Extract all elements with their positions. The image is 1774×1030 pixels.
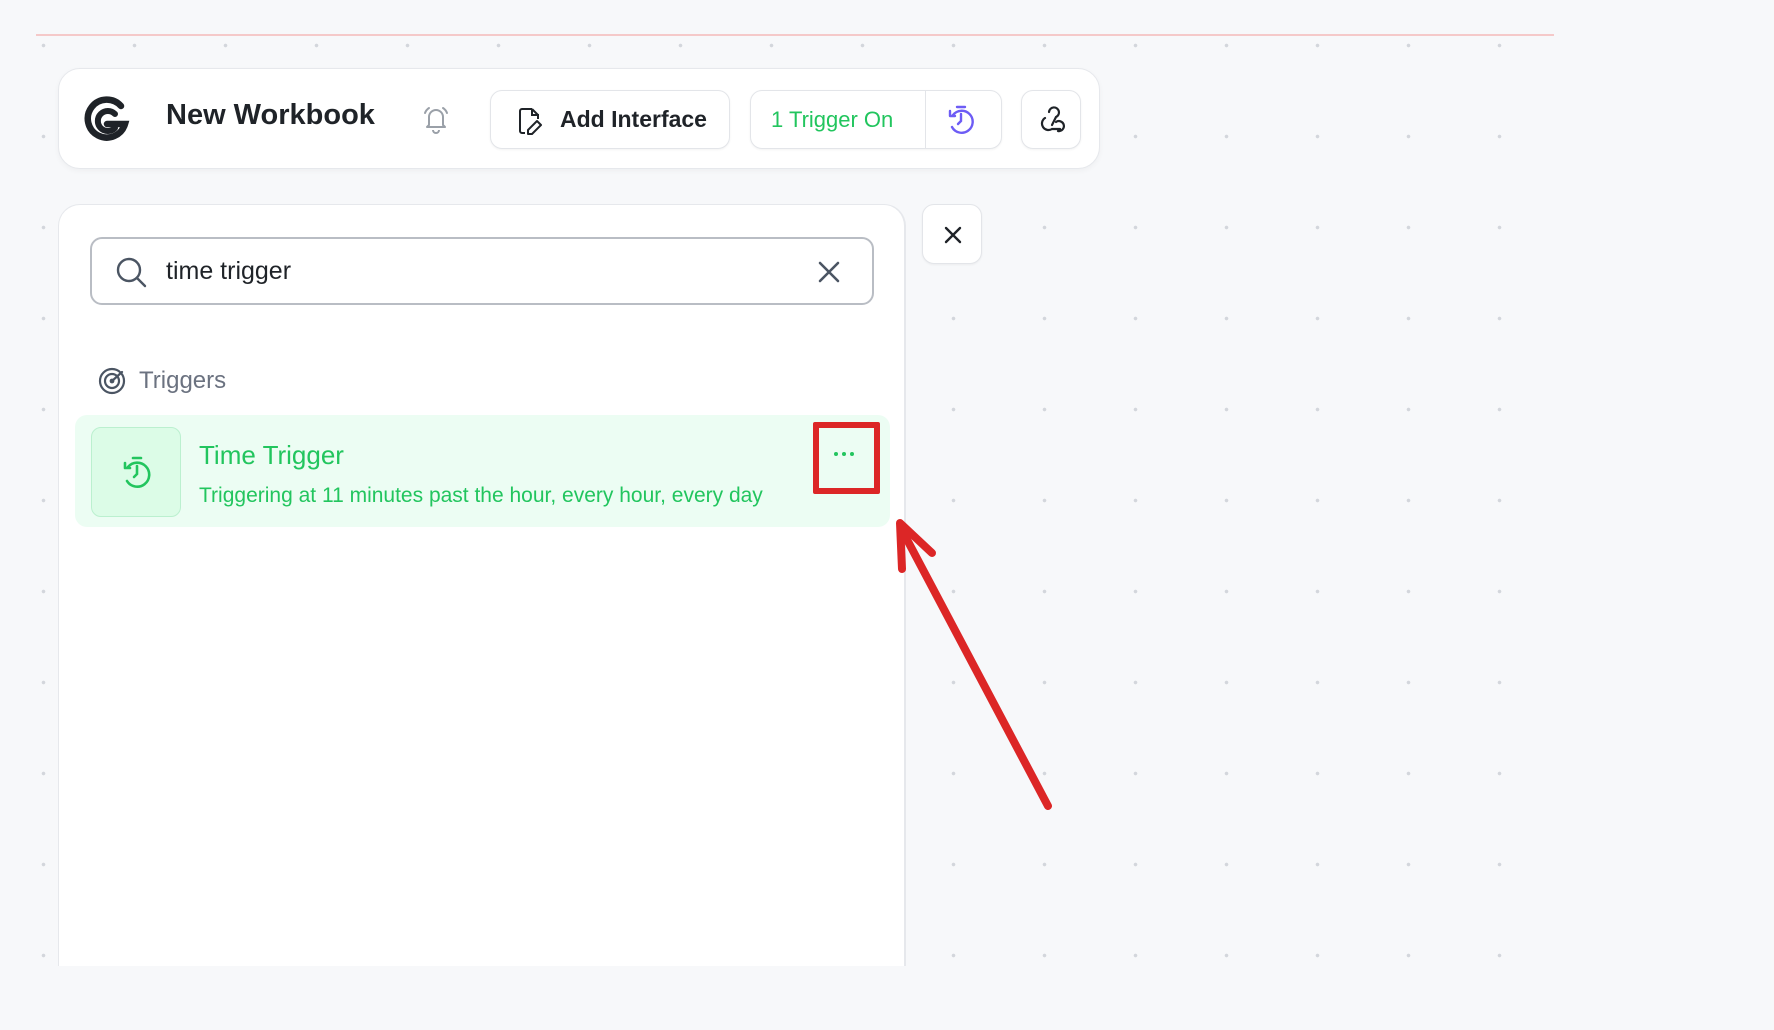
bottom-margin [0, 966, 1774, 1030]
add-interface-button[interactable]: Add Interface [490, 90, 730, 149]
divider [925, 91, 926, 148]
trigger-status-label: 1 Trigger On [771, 107, 894, 132]
result-subtitle: Triggering at 11 minutes past the hour, … [199, 484, 763, 507]
trigger-status-button[interactable]: 1 Trigger On [750, 90, 1002, 149]
file-edit-icon [519, 108, 542, 135]
app-logo-icon[interactable] [81, 94, 133, 146]
workbook-title[interactable]: New Workbook [166, 99, 375, 132]
list-item[interactable]: Time Trigger Triggering at 11 minutes pa… [75, 415, 890, 527]
bell-icon[interactable] [420, 103, 452, 135]
timer-icon [123, 456, 151, 488]
webhook-icon [1040, 106, 1065, 133]
search-box[interactable] [90, 237, 874, 305]
annotation-arrow [896, 519, 1052, 810]
canvas-top-border [36, 34, 1554, 36]
annotation-highlight-box [813, 422, 880, 494]
search-icon [116, 257, 147, 288]
trigger-icon-tile [91, 427, 181, 517]
search-panel: Triggers Time Trigger Triggering at 11 m… [58, 204, 906, 966]
search-input[interactable] [166, 251, 786, 291]
timer-icon[interactable] [944, 103, 978, 137]
result-title: Time Trigger [199, 440, 344, 470]
workbook-toolbar: New Workbook Add Interface 1 Trigger On [58, 68, 1100, 169]
section-label: Triggers [139, 367, 227, 394]
close-icon[interactable] [812, 255, 846, 289]
webhook-button[interactable] [1021, 90, 1081, 149]
add-interface-label: Add Interface [560, 106, 707, 132]
close-panel-button[interactable] [922, 204, 982, 264]
radar-icon [98, 367, 126, 395]
close-icon [944, 226, 962, 244]
